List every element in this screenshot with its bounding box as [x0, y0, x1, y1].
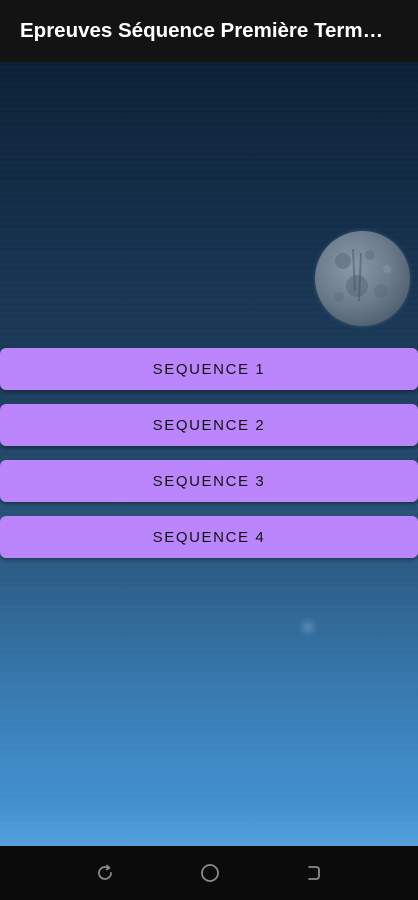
horizon-glow [0, 806, 418, 846]
back-icon[interactable] [298, 859, 328, 887]
sequence-4-button[interactable]: SEQUENCE 4 [0, 516, 418, 558]
background-night-sky: SEQUENCE 1 SEQUENCE 2 SEQUENCE 3 SEQUENC… [0, 62, 418, 846]
sequence-3-button[interactable]: SEQUENCE 3 [0, 460, 418, 502]
home-icon[interactable] [195, 859, 225, 887]
sequence-2-button[interactable]: SEQUENCE 2 [0, 404, 418, 446]
app-bar: Epreuves Séquence Première Terminale C D… [0, 0, 418, 62]
background-texture [0, 62, 418, 846]
moon-craters [334, 248, 391, 302]
screen: Epreuves Séquence Première Terminale C D… [0, 0, 418, 900]
recent-apps-icon-glyph [98, 864, 112, 880]
faint-star [298, 617, 318, 637]
home-icon-glyph [201, 864, 219, 882]
app-title: Epreuves Séquence Première Terminale C D… [20, 19, 385, 42]
moon-image [315, 231, 410, 326]
sequence-1-button[interactable]: SEQUENCE 1 [0, 348, 418, 390]
system-navigation-bar [0, 846, 418, 900]
back-icon-glyph [308, 866, 320, 880]
recent-apps-icon[interactable] [90, 859, 120, 887]
